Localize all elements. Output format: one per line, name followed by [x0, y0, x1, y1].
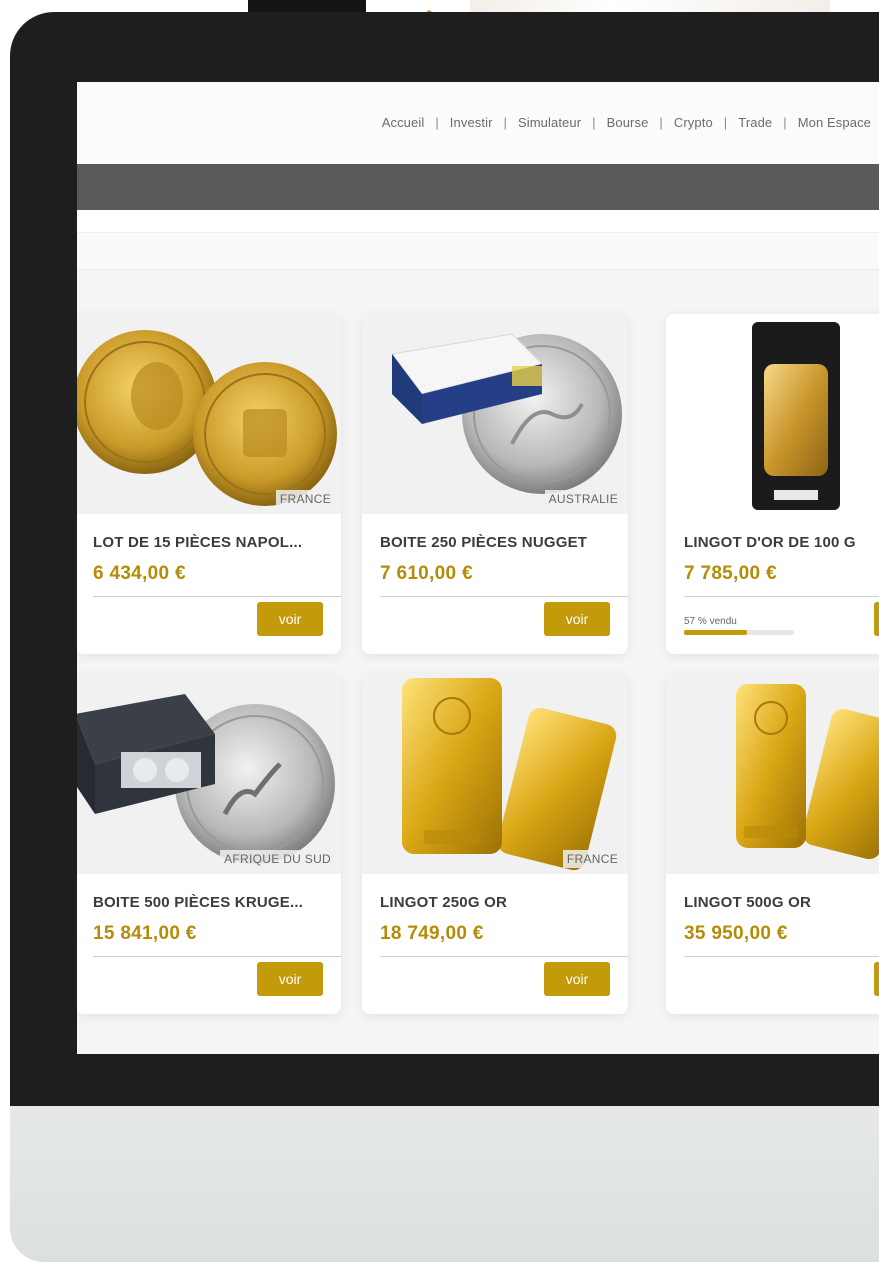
- origin-label: FRANCE: [562, 850, 622, 868]
- product-card[interactable]: AFRIQUE DU SUD BOITE 500 PIÈCES KRUGE...…: [77, 674, 341, 1014]
- product-price: 7 785,00 €: [684, 563, 777, 584]
- origin-label: AUSTRALIE: [544, 490, 622, 508]
- divider: [380, 956, 628, 957]
- product-title: BOITE 500 PIÈCES KRUGE...: [93, 894, 304, 911]
- product-image: AFRIQUE DU SUD: [77, 674, 341, 874]
- product-card[interactable]: AUSTRALIE BOITE 250 PIÈCES NUGGET 7 610,…: [362, 314, 628, 654]
- product-price: 35 950,00 €: [684, 923, 788, 944]
- coin-box-image: [391, 333, 622, 494]
- product-title: LINGOT D'OR DE 100 G: [684, 534, 856, 551]
- product-card[interactable]: LINGOT D'OR DE 100 G 7 785,00 € 57 % ven…: [666, 314, 879, 654]
- krugerrand-box-image: [77, 694, 335, 864]
- voir-button[interactable]: voir: [874, 602, 879, 636]
- product-image: [666, 314, 879, 514]
- divider: [684, 956, 879, 957]
- divider: [684, 596, 879, 597]
- filter-bar-secondary: [77, 233, 879, 270]
- product-image: FRANCE: [362, 674, 628, 874]
- product-price: 15 841,00 €: [93, 923, 197, 944]
- divider: [380, 596, 628, 597]
- nav-separator: |: [723, 115, 728, 130]
- product-card[interactable]: FRANCE LOT DE 15 PIÈCES NAPOL... 6 434,0…: [77, 314, 341, 654]
- top-navigation: Accueil | Investir | Simulateur | Bourse…: [77, 82, 879, 165]
- divider: [93, 596, 341, 597]
- sold-progress-bar: [684, 630, 794, 635]
- nav-item-accueil[interactable]: Accueil: [382, 115, 425, 130]
- origin-label: FRANCE: [275, 490, 335, 508]
- product-title: LINGOT 250G OR: [380, 894, 507, 911]
- gold-bars-500g-image: [736, 684, 879, 860]
- product-image: F: [666, 674, 879, 874]
- nav-separator: |: [435, 115, 439, 130]
- product-card[interactable]: FRANCE LINGOT 250G OR 18 749,00 € voir: [362, 674, 628, 1014]
- product-price: 7 610,00 €: [380, 563, 473, 584]
- nav-item-crypto[interactable]: Crypto: [674, 115, 713, 130]
- nav-separator: |: [783, 115, 787, 130]
- product-card[interactable]: F LINGOT 500G OR 35 950,00 € voir: [666, 674, 879, 1014]
- product-price: 18 749,00 €: [380, 923, 484, 944]
- sold-progress-fill: [684, 630, 747, 635]
- divider: [93, 956, 341, 957]
- nav-item-mon-espace[interactable]: Mon Espace: [798, 115, 871, 130]
- voir-button[interactable]: voir: [544, 602, 610, 636]
- gold-bars-250g-image: [402, 678, 617, 871]
- origin-label: AFRIQUE DU SUD: [220, 850, 335, 868]
- sold-percentage-label: 57 % vendu: [684, 616, 737, 627]
- monitor-screen: Accueil | Investir | Simulateur | Bourse…: [77, 82, 879, 1054]
- monitor-chin: [10, 1106, 879, 1262]
- nav-menu: Accueil | Investir | Simulateur | Bourse…: [382, 115, 871, 130]
- product-image: AUSTRALIE: [362, 314, 628, 514]
- voir-button[interactable]: voir: [257, 962, 323, 996]
- filter-bar: [77, 210, 879, 233]
- product-title: BOITE 250 PIÈCES NUGGET: [380, 534, 588, 551]
- nav-item-trade[interactable]: Trade: [738, 115, 772, 130]
- nav-item-simulateur[interactable]: Simulateur: [518, 115, 581, 130]
- product-title: LINGOT 500G OR: [684, 894, 811, 911]
- nav-separator: |: [659, 115, 663, 130]
- nav-item-bourse[interactable]: Bourse: [607, 115, 649, 130]
- nav-item-investir[interactable]: Investir: [450, 115, 493, 130]
- gold-bar-card-image: [752, 322, 840, 510]
- product-title: LOT DE 15 PIÈCES NAPOL...: [93, 534, 303, 551]
- nav-separator: |: [592, 115, 596, 130]
- nav-separator: |: [503, 115, 507, 130]
- product-price: 6 434,00 €: [93, 563, 186, 584]
- gold-coins-image: [77, 330, 337, 506]
- voir-button[interactable]: voir: [257, 602, 323, 636]
- voir-button[interactable]: voir: [544, 962, 610, 996]
- voir-button[interactable]: voir: [874, 962, 879, 996]
- header-banner: [77, 164, 879, 210]
- product-image: FRANCE: [77, 314, 341, 514]
